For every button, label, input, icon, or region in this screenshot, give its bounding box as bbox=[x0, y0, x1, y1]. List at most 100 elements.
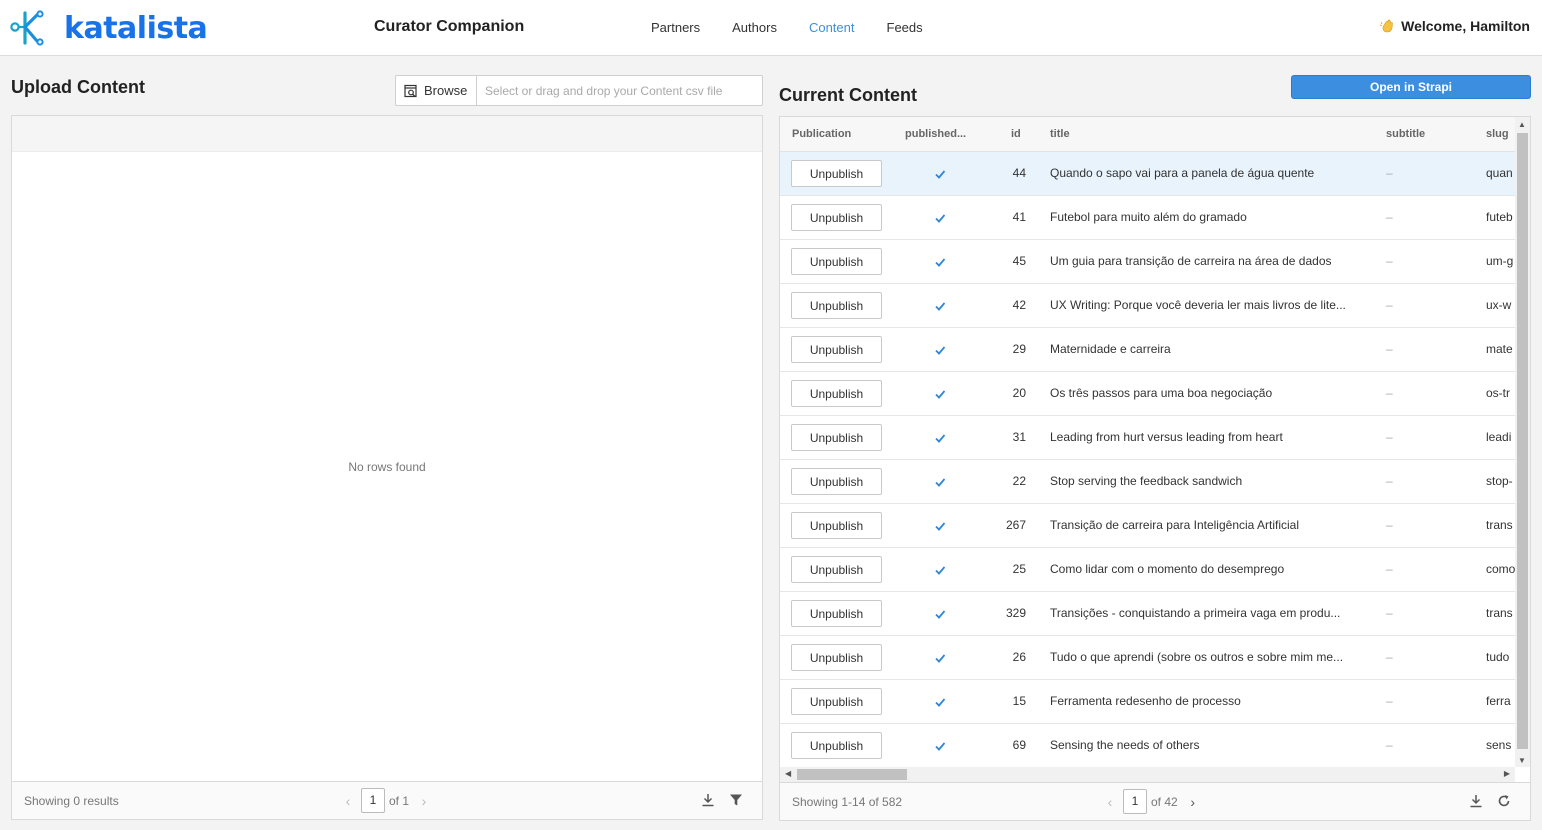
unpublish-button[interactable]: Unpublish bbox=[791, 204, 882, 231]
table-row[interactable]: Unpublish 29 Maternidade e carreira – mate bbox=[780, 328, 1515, 372]
col-slug[interactable]: slug bbox=[1486, 128, 1509, 140]
table-row[interactable]: Unpublish 31 Leading from hurt versus lead… bbox=[780, 416, 1515, 460]
cell-id: 29 bbox=[1012, 342, 1026, 356]
table-row[interactable]: Unpublish 25 Como lidar com o momento do d… bbox=[780, 548, 1515, 592]
prev-page-icon[interactable]: ‹ bbox=[339, 793, 357, 809]
page-total: of 42 bbox=[1151, 794, 1178, 809]
refresh-icon[interactable] bbox=[1497, 794, 1511, 808]
cell-slug: stop- bbox=[1486, 474, 1513, 488]
checkmark-icon bbox=[935, 522, 946, 531]
browse-file-icon bbox=[404, 84, 417, 97]
table-row[interactable]: Unpublish 20 Os três passos para uma boa n… bbox=[780, 372, 1515, 416]
table-row[interactable]: Unpublish 26 Tudo o que aprendi (sobre os … bbox=[780, 636, 1515, 680]
checkmark-icon bbox=[935, 566, 946, 575]
cell-title: Maternidade e carreira bbox=[1050, 342, 1171, 356]
page-number-input[interactable]: 1 bbox=[361, 788, 385, 813]
table-row[interactable]: Unpublish 329 Transições - conquistando a … bbox=[780, 592, 1515, 636]
col-subtitle[interactable]: subtitle bbox=[1386, 128, 1425, 140]
table-row[interactable]: Unpublish 42 UX Writing: Porque você dever… bbox=[780, 284, 1515, 328]
checkmark-icon bbox=[935, 610, 946, 619]
col-id[interactable]: id bbox=[1011, 128, 1021, 140]
upload-content-title: Upload Content bbox=[11, 77, 145, 97]
cell-title: Futebol para muito além do gramado bbox=[1050, 210, 1247, 224]
unpublish-button[interactable]: Unpublish bbox=[791, 424, 882, 451]
grid-rows: Unpublish 44 Quando o sapo vai para a pane… bbox=[780, 152, 1515, 768]
cell-title: Sensing the needs of others bbox=[1050, 738, 1200, 752]
scroll-up-icon[interactable]: ▲ bbox=[1518, 120, 1526, 129]
cell-title: Stop serving the feedback sandwich bbox=[1050, 474, 1243, 488]
table-row[interactable]: Unpublish 15 Ferramenta redesenho de proce… bbox=[780, 680, 1515, 724]
table-row[interactable]: Unpublish 44 Quando o sapo vai para a pane… bbox=[780, 152, 1515, 196]
cell-title: Ferramenta redesenho de processo bbox=[1050, 694, 1241, 708]
katalista-logo[interactable]: katalista bbox=[10, 10, 208, 46]
next-page-icon[interactable]: › bbox=[415, 793, 433, 809]
nav-partners[interactable]: Partners bbox=[651, 20, 700, 35]
col-published[interactable]: published... bbox=[905, 128, 966, 140]
table-row[interactable]: Unpublish 69 Sensing the needs of others – s… bbox=[780, 724, 1515, 768]
col-title[interactable]: title bbox=[1050, 128, 1070, 140]
nav-content[interactable]: Content bbox=[809, 20, 855, 35]
download-icon[interactable] bbox=[1469, 794, 1483, 808]
table-row[interactable]: Unpublish 41 Futebol para muito além do gr… bbox=[780, 196, 1515, 240]
filter-icon[interactable] bbox=[729, 793, 743, 807]
table-row[interactable]: Unpublish 267 Transição de carreira para I… bbox=[780, 504, 1515, 548]
waving-hand-icon bbox=[1380, 19, 1393, 33]
next-page-icon[interactable]: › bbox=[1184, 794, 1202, 810]
unpublish-button[interactable]: Unpublish bbox=[791, 292, 882, 319]
cell-id: 20 bbox=[1012, 386, 1026, 400]
checkmark-icon bbox=[935, 742, 946, 751]
cell-id: 42 bbox=[1012, 298, 1026, 312]
col-publication[interactable]: Publication bbox=[792, 128, 851, 140]
nav-authors[interactable]: Authors bbox=[732, 20, 777, 35]
cell-slug: sens bbox=[1486, 738, 1512, 752]
cell-title: Tudo o que aprendi (sobre os outros e so… bbox=[1050, 650, 1344, 664]
checkmark-icon bbox=[935, 170, 946, 179]
cell-subtitle: – bbox=[1386, 254, 1393, 268]
unpublish-button[interactable]: Unpublish bbox=[791, 248, 882, 275]
table-row[interactable]: Unpublish 22 Stop serving the feedback san… bbox=[780, 460, 1515, 504]
cell-title: Os três passos para uma boa negociação bbox=[1050, 386, 1273, 400]
horizontal-scrollbar[interactable]: ◀ ▶ bbox=[780, 767, 1515, 782]
unpublish-button[interactable]: Unpublish bbox=[791, 688, 882, 715]
horizontal-scroll-thumb[interactable] bbox=[797, 769, 907, 780]
cell-subtitle: – bbox=[1386, 694, 1393, 708]
cell-slug: trans bbox=[1486, 518, 1513, 532]
download-icon[interactable] bbox=[701, 793, 715, 807]
page-total: of 1 bbox=[389, 793, 410, 808]
unpublish-button[interactable]: Unpublish bbox=[791, 600, 882, 627]
unpublish-button[interactable]: Unpublish bbox=[791, 512, 882, 539]
prev-page-icon[interactable]: ‹ bbox=[1101, 794, 1119, 810]
nav-feeds[interactable]: Feeds bbox=[887, 20, 923, 35]
scroll-right-icon[interactable]: ▶ bbox=[1504, 769, 1510, 778]
table-row[interactable]: Unpublish 45 Um guia para transição de car… bbox=[780, 240, 1515, 284]
unpublish-button[interactable]: Unpublish bbox=[791, 160, 882, 187]
unpublish-button[interactable]: Unpublish bbox=[791, 468, 882, 495]
unpublish-button[interactable]: Unpublish bbox=[791, 556, 882, 583]
unpublish-button[interactable]: Unpublish bbox=[791, 644, 882, 671]
vertical-scroll-thumb[interactable] bbox=[1517, 133, 1528, 749]
cell-subtitle: – bbox=[1386, 430, 1393, 444]
cell-id: 31 bbox=[1012, 430, 1026, 444]
unpublish-button[interactable]: Unpublish bbox=[791, 336, 882, 363]
main-nav: Partners Authors Content Feeds bbox=[651, 20, 955, 35]
csv-file-picker[interactable]: Browse bbox=[395, 75, 763, 106]
cell-id: 45 bbox=[1012, 254, 1026, 268]
logo-text: katalista bbox=[64, 10, 208, 46]
cell-title: Quando o sapo vai para a panela de água … bbox=[1050, 166, 1315, 180]
browse-button[interactable]: Browse bbox=[396, 76, 477, 105]
cell-id: 22 bbox=[1012, 474, 1026, 488]
open-in-strapi-button[interactable]: Open in Strapi bbox=[1291, 75, 1531, 99]
page-number-input[interactable]: 1 bbox=[1123, 789, 1147, 814]
cell-title: Como lidar com o momento do desemprego bbox=[1050, 562, 1285, 576]
scroll-left-icon[interactable]: ◀ bbox=[785, 769, 791, 778]
welcome-user[interactable]: Welcome, Hamilton bbox=[1379, 18, 1530, 34]
cell-slug: um-g bbox=[1486, 254, 1514, 268]
unpublish-button[interactable]: Unpublish bbox=[791, 732, 882, 759]
cell-id: 15 bbox=[1012, 694, 1026, 708]
vertical-scrollbar[interactable]: ▲ ▼ bbox=[1515, 117, 1530, 767]
checkmark-icon bbox=[935, 302, 946, 311]
file-path-input[interactable] bbox=[477, 76, 762, 105]
cell-slug: futeb bbox=[1486, 210, 1513, 224]
scroll-down-icon[interactable]: ▼ bbox=[1518, 756, 1526, 765]
unpublish-button[interactable]: Unpublish bbox=[791, 380, 882, 407]
